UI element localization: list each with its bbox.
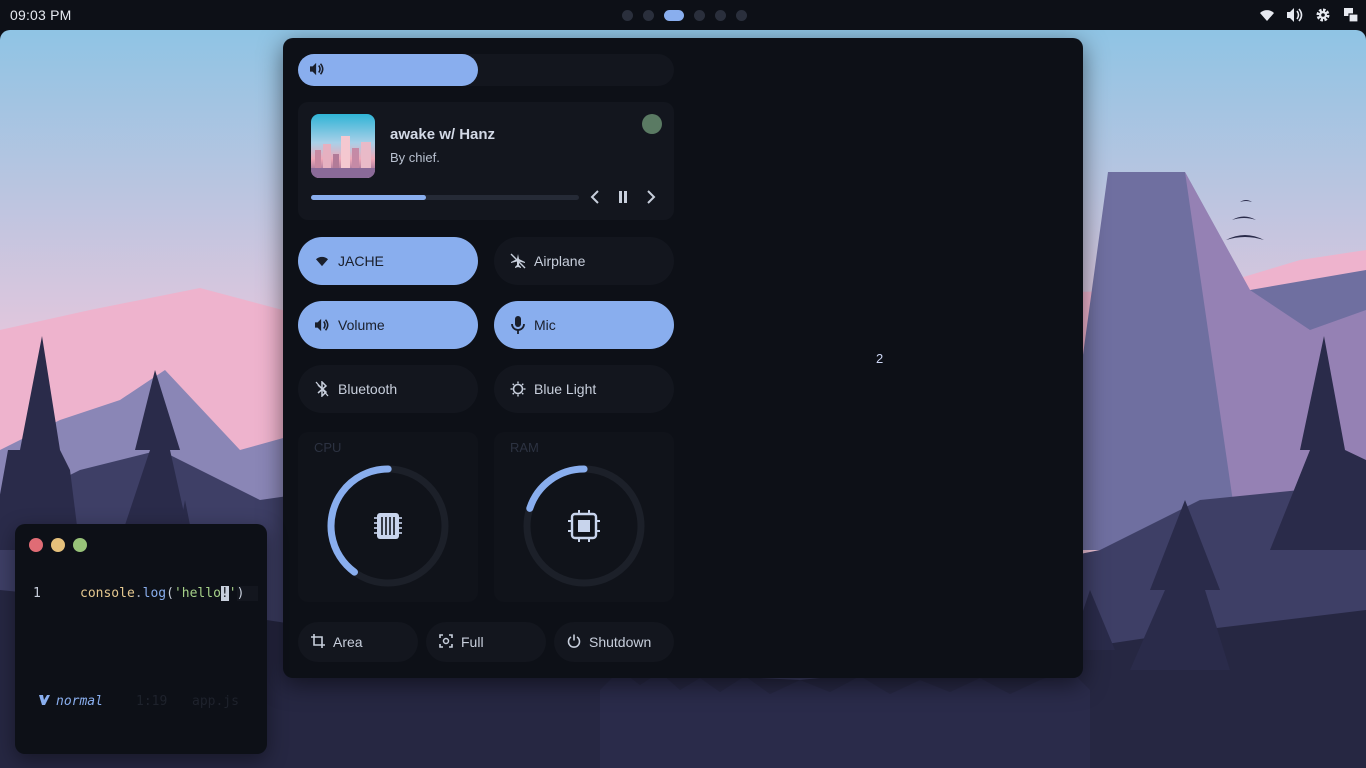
- previous-icon[interactable]: [585, 187, 605, 207]
- settings-icon[interactable]: [1314, 6, 1332, 24]
- airplane-toggle-label: Airplane: [534, 253, 586, 269]
- workspace-dot[interactable]: [736, 9, 747, 21]
- code-paren-close: ): [236, 586, 259, 601]
- ram-gauge-label: RAM: [510, 440, 539, 455]
- cursor-position: 1:19: [136, 694, 168, 709]
- quick-settings-panel: awake w/ Hanz By chief. JACHE Airplane V…: [283, 38, 1083, 678]
- ram-gauge: [523, 465, 645, 587]
- code-string: 'hello: [173, 586, 221, 601]
- cpu-gauge-card: CPU: [298, 432, 478, 602]
- screenshot-area-label: Area: [333, 634, 363, 650]
- volume-toggle-label: Volume: [338, 317, 385, 333]
- wifi-toggle[interactable]: JACHE: [298, 237, 478, 285]
- system-tray: [1258, 6, 1360, 24]
- workspace-dot[interactable]: [715, 9, 726, 21]
- shutdown-button[interactable]: Shutdown: [554, 622, 674, 662]
- vim-mode: normal: [56, 694, 103, 709]
- cpu-gauge: [327, 465, 449, 587]
- screenshot-area-button[interactable]: Area: [298, 622, 418, 662]
- volume-slider-fill: [298, 54, 479, 86]
- workspace-dot-active[interactable]: [664, 9, 684, 21]
- microphone-icon: [510, 316, 526, 334]
- screenshot-full-label: Full: [461, 634, 484, 650]
- media-progress-bar[interactable]: [311, 195, 579, 200]
- pause-icon[interactable]: [613, 187, 633, 207]
- vim-statusline: normal 1:19 app.js: [39, 694, 239, 709]
- minimize-button[interactable]: [51, 538, 65, 552]
- microphone-toggle[interactable]: Mic: [494, 301, 674, 349]
- vim-icon: [39, 694, 50, 709]
- maximize-button[interactable]: [73, 538, 87, 552]
- workspace-dot[interactable]: [622, 9, 633, 21]
- editor-cursor: !: [220, 586, 229, 601]
- workspace-dot[interactable]: [694, 9, 705, 21]
- bluetooth-toggle-label: Bluetooth: [338, 381, 398, 397]
- bluetooth-toggle[interactable]: Bluetooth: [298, 365, 478, 413]
- airplane-icon: [510, 253, 526, 269]
- close-button[interactable]: [29, 538, 43, 552]
- media-progress-fill: [311, 195, 427, 200]
- blue-light-toggle[interactable]: Blue Light: [494, 365, 674, 413]
- code-object: console: [80, 586, 135, 601]
- screenshot-full-button[interactable]: Full: [426, 622, 546, 662]
- layout-icon[interactable]: [1342, 6, 1360, 24]
- notification-count: 2: [876, 351, 884, 366]
- wifi-icon: [314, 253, 330, 269]
- wifi-toggle-label: JACHE: [338, 253, 384, 269]
- cpu-icon: [374, 513, 402, 539]
- crop-icon: [311, 633, 325, 651]
- terminal-window: 1 console . log ( 'hello ! ' ) normal 1:…: [15, 524, 267, 754]
- top-bar: 09:03 PM: [0, 0, 1366, 30]
- volume-slider[interactable]: [298, 54, 674, 86]
- song-artist: By chief.: [390, 150, 440, 165]
- bluetooth-icon: [314, 381, 330, 397]
- editor-line[interactable]: 1 console . log ( 'hello ! ' ): [33, 586, 259, 601]
- album-art: [311, 114, 375, 178]
- ram-gauge-card: RAM: [494, 432, 674, 602]
- volume-icon: [314, 317, 330, 333]
- cpu-gauge-label: CPU: [314, 440, 342, 455]
- next-icon[interactable]: [641, 187, 661, 207]
- line-number: 1: [33, 586, 41, 601]
- shutdown-label: Shutdown: [589, 634, 652, 650]
- wifi-icon[interactable]: [1258, 6, 1276, 24]
- code-method: log: [142, 586, 167, 601]
- brightness-icon: [510, 381, 526, 397]
- clock: 09:03 PM: [10, 7, 72, 23]
- file-name: app.js: [192, 694, 239, 709]
- power-icon: [567, 634, 581, 651]
- memory-icon: [568, 510, 600, 542]
- workspace-indicator: [622, 9, 747, 21]
- airplane-toggle[interactable]: Airplane: [494, 237, 674, 285]
- blue-light-toggle-label: Blue Light: [534, 381, 597, 397]
- song-title: awake w/ Hanz: [390, 126, 496, 143]
- media-player: awake w/ Hanz By chief.: [298, 102, 674, 220]
- screenshot-icon: [439, 633, 453, 651]
- player-status-indicator: [642, 114, 662, 134]
- volume-icon: [309, 62, 325, 81]
- code-string-end: ': [228, 586, 237, 601]
- volume-icon[interactable]: [1286, 6, 1304, 24]
- microphone-toggle-label: Mic: [534, 317, 556, 333]
- volume-toggle[interactable]: Volume: [298, 301, 478, 349]
- workspace-dot[interactable]: [643, 9, 654, 21]
- code-paren-open: (: [166, 586, 174, 601]
- code-dot: .: [134, 586, 143, 601]
